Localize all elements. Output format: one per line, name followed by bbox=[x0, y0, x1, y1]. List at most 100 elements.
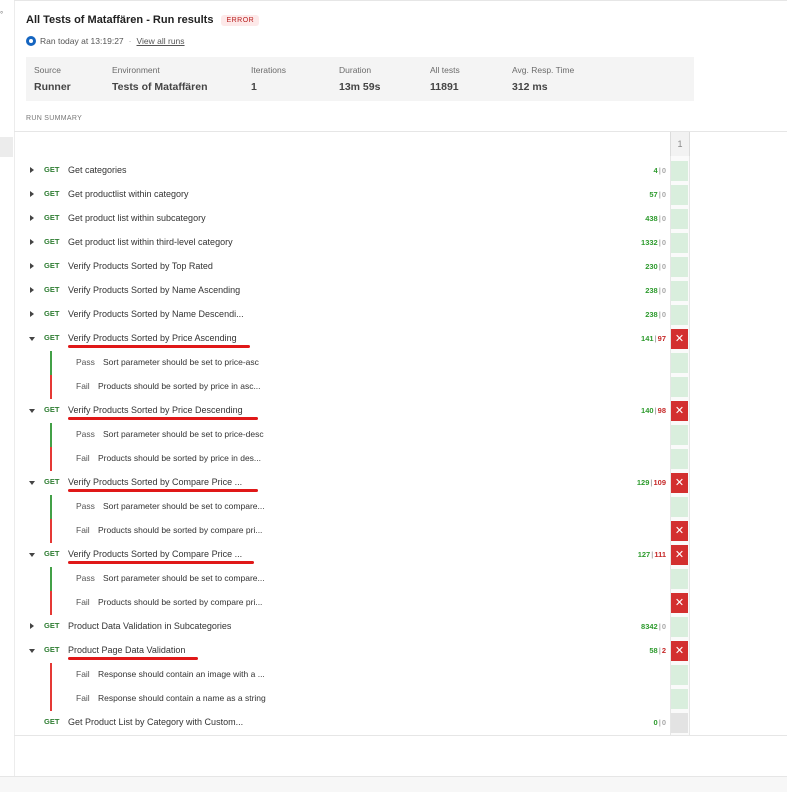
fail-count: 97 bbox=[657, 334, 666, 343]
iteration-assertion-cell[interactable] bbox=[671, 449, 688, 469]
iteration-result-cell[interactable]: ✕ bbox=[671, 329, 688, 349]
chevron-right-icon[interactable] bbox=[30, 623, 34, 629]
request-name[interactable]: Verify Products Sorted by Price Descendi… bbox=[68, 405, 243, 415]
request-name[interactable]: Get product list within subcategory bbox=[68, 213, 206, 223]
run-summary-heading: RUN SUMMARY bbox=[26, 115, 83, 122]
request-row[interactable]: GET Verify Products Sorted by Compare Pri… bbox=[14, 543, 670, 567]
request-name[interactable]: Verify Products Sorted by Price Ascendin… bbox=[68, 333, 237, 343]
request-row[interactable]: GET Get Product List by Category with Cus… bbox=[14, 711, 670, 735]
iteration-result-cell[interactable]: ✕ bbox=[671, 545, 688, 565]
iteration-result-cell[interactable] bbox=[671, 617, 688, 637]
request-row[interactable]: GET Product Page Data Validation 58|2 bbox=[14, 639, 670, 663]
iteration-result-cell[interactable] bbox=[671, 257, 688, 277]
iteration-assertion-cell[interactable] bbox=[671, 425, 688, 445]
request-row[interactable]: GET Product Data Validation in Subcategor… bbox=[14, 615, 670, 639]
request-method: GET bbox=[44, 549, 60, 558]
chevron-down-icon[interactable] bbox=[29, 337, 35, 341]
stat-value: 312 ms bbox=[512, 81, 548, 93]
view-all-runs-link[interactable]: View all runs bbox=[137, 36, 185, 46]
chevron-right-icon[interactable] bbox=[30, 167, 34, 173]
request-row[interactable]: GET Get product list within subcategory 43… bbox=[14, 207, 670, 231]
iteration-result-cell[interactable] bbox=[671, 233, 688, 253]
stat-label: Iterations bbox=[251, 65, 286, 75]
request-row[interactable]: GET Get categories 4|0 bbox=[14, 159, 670, 183]
iteration-result-cell[interactable]: ✕ bbox=[671, 473, 688, 493]
run-stats: Source Runner Environment Tests of Mataf… bbox=[26, 57, 694, 101]
chevron-right-icon[interactable] bbox=[30, 239, 34, 245]
request-name[interactable]: Verify Products Sorted by Name Descendi.… bbox=[68, 309, 244, 319]
chevron-right-icon[interactable] bbox=[30, 263, 34, 269]
request-name[interactable]: Get Product List by Category with Custom… bbox=[68, 717, 243, 727]
count-separator: | bbox=[658, 310, 661, 319]
assertion-text: Response should contain a name as a stri… bbox=[98, 693, 266, 703]
stat-value: Runner bbox=[34, 81, 71, 93]
request-counts: 140|98 bbox=[641, 406, 666, 415]
assertion-status: Fail bbox=[76, 669, 90, 679]
iteration-assertion-cell[interactable]: ✕ bbox=[671, 521, 688, 541]
chevron-down-icon[interactable] bbox=[29, 481, 35, 485]
iteration-result-cell[interactable] bbox=[671, 305, 688, 325]
iteration-assertion-cell[interactable] bbox=[671, 377, 688, 397]
list-bottom-divider bbox=[14, 735, 787, 736]
pass-count: 58 bbox=[649, 646, 658, 655]
chevron-right-icon[interactable] bbox=[30, 191, 34, 197]
request-name[interactable]: Verify Products Sorted by Top Rated bbox=[68, 261, 213, 271]
iteration-assertion-cell[interactable] bbox=[671, 569, 688, 589]
request-name[interactable]: Get productlist within category bbox=[68, 189, 189, 199]
request-row[interactable]: GET Verify Products Sorted by Compare Pri… bbox=[14, 471, 670, 495]
iteration-assertion-cell[interactable] bbox=[671, 497, 688, 517]
request-row[interactable]: GET Verify Products Sorted by Top Rated 23… bbox=[14, 255, 670, 279]
request-row[interactable]: GET Verify Products Sorted by Price Desce… bbox=[14, 399, 670, 423]
iteration-result-cell[interactable] bbox=[671, 713, 688, 733]
pass-count: 438 bbox=[645, 214, 658, 223]
assertion-row: Fail Products should be sorted by compare… bbox=[14, 519, 670, 543]
iteration-result-cell[interactable] bbox=[671, 281, 688, 301]
request-row[interactable]: GET Verify Products Sorted by Name Descen… bbox=[14, 303, 670, 327]
count-separator: | bbox=[658, 166, 661, 175]
request-row[interactable]: GET Verify Products Sorted by Price Ascen… bbox=[14, 327, 670, 351]
red-underline bbox=[68, 489, 258, 492]
close-icon: ✕ bbox=[674, 333, 685, 345]
assertion-status: Pass bbox=[76, 357, 95, 367]
request-name[interactable]: Get product list within third-level cate… bbox=[68, 237, 233, 247]
pass-count: 238 bbox=[645, 286, 658, 295]
iteration-assertion-cell[interactable] bbox=[671, 665, 688, 685]
chevron-down-icon[interactable] bbox=[29, 553, 35, 557]
request-row[interactable]: GET Get product list within third-level c… bbox=[14, 231, 670, 255]
fail-count: 0 bbox=[661, 190, 666, 199]
iteration-result-cell[interactable]: ✕ bbox=[671, 401, 688, 421]
request-row[interactable]: GET Get productlist within category 57|0 bbox=[14, 183, 670, 207]
iteration-assertion-cell[interactable] bbox=[671, 689, 688, 709]
chevron-right-icon[interactable] bbox=[30, 215, 34, 221]
assertion-row: Fail Products should be sorted by price i… bbox=[14, 447, 670, 471]
request-counts: 1332|0 bbox=[641, 238, 666, 247]
request-name[interactable]: Verify Products Sorted by Compare Price … bbox=[68, 477, 242, 487]
chevron-down-icon[interactable] bbox=[29, 649, 35, 653]
request-counts: 57|0 bbox=[649, 190, 666, 199]
iteration-result-cell[interactable]: ✕ bbox=[671, 641, 688, 661]
iteration-assertion-cell[interactable] bbox=[671, 353, 688, 373]
iteration-result-cell[interactable] bbox=[671, 209, 688, 229]
fail-count: 0 bbox=[661, 262, 666, 271]
left-gutter: ° bbox=[0, 0, 15, 791]
count-separator: | bbox=[658, 238, 661, 247]
chevron-right-icon[interactable] bbox=[30, 287, 34, 293]
request-counts: 230|0 bbox=[645, 262, 666, 271]
request-counts: 238|0 bbox=[645, 286, 666, 295]
request-name[interactable]: Product Page Data Validation bbox=[68, 645, 185, 655]
request-name[interactable]: Verify Products Sorted by Compare Price … bbox=[68, 549, 242, 559]
request-name[interactable]: Product Data Validation in Subcategories bbox=[68, 621, 231, 631]
iteration-result-cell[interactable] bbox=[671, 185, 688, 205]
iteration-assertion-cell[interactable]: ✕ bbox=[671, 593, 688, 613]
request-name[interactable]: Get categories bbox=[68, 165, 127, 175]
pass-indicator bbox=[50, 495, 52, 519]
chevron-down-icon[interactable] bbox=[29, 409, 35, 413]
request-row[interactable]: GET Verify Products Sorted by Name Ascend… bbox=[14, 279, 670, 303]
request-name[interactable]: Verify Products Sorted by Name Ascending bbox=[68, 285, 240, 295]
count-separator: | bbox=[658, 190, 661, 199]
iteration-header[interactable]: 1 bbox=[670, 132, 690, 156]
stat-label: Source bbox=[34, 65, 61, 75]
chevron-right-icon[interactable] bbox=[30, 311, 34, 317]
iteration-result-cell[interactable] bbox=[671, 161, 688, 181]
close-icon: ✕ bbox=[674, 549, 685, 561]
